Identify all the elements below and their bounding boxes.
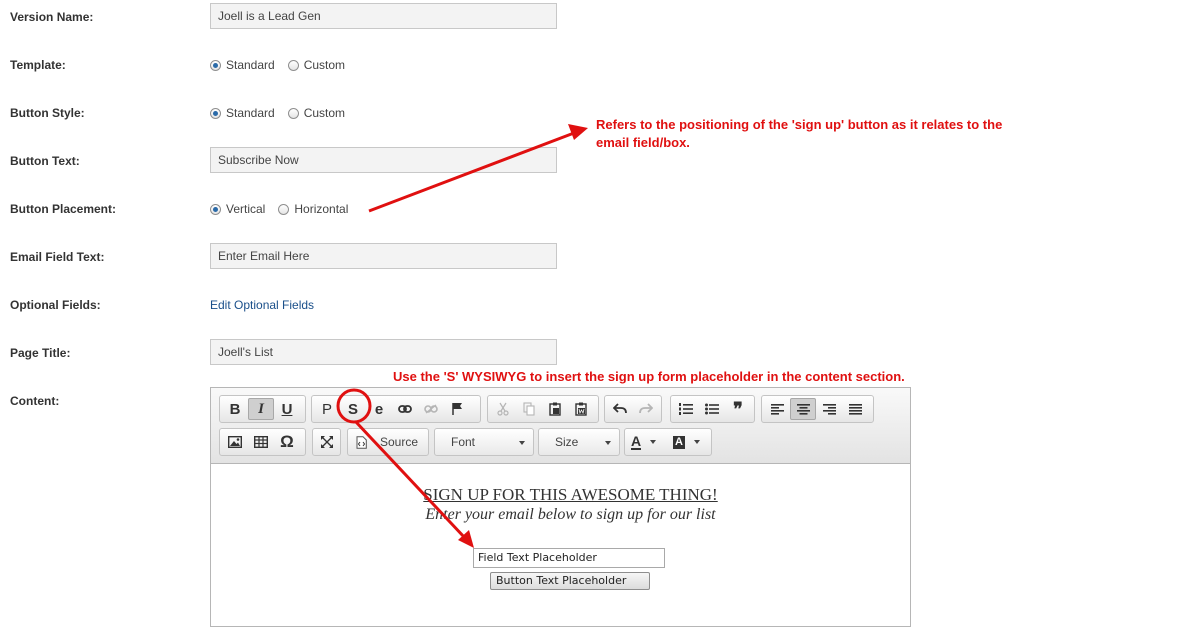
wysiwyg-annotation: Use the 'S' WYSIWYG to insert the sign u… (393, 369, 905, 384)
paragraph-icon[interactable]: P (314, 398, 340, 420)
lists-group: ❞ (670, 395, 755, 423)
underline-icon[interactable]: U (274, 398, 300, 420)
field-text-placeholder[interactable]: Field Text Placeholder (473, 548, 665, 568)
button-placement-vertical-label[interactable]: Vertical (226, 202, 265, 216)
placement-annotation: Refers to the positioning of the 'sign u… (596, 116, 1002, 152)
button-style-standard-label[interactable]: Standard (226, 106, 275, 120)
table-icon[interactable] (248, 431, 274, 453)
chevron-down-icon (605, 441, 611, 445)
text-color-button[interactable]: A (627, 431, 667, 453)
align-right-icon[interactable] (816, 398, 842, 420)
bg-color-icon: A (673, 435, 685, 449)
template-standard-label[interactable]: Standard (226, 58, 275, 72)
template-standard-radio[interactable] (210, 59, 221, 71)
align-left-icon[interactable] (764, 398, 790, 420)
page-title-label: Page Title: (10, 346, 71, 360)
signup-form-icon[interactable]: S (340, 398, 366, 420)
maximize-group (312, 428, 341, 456)
chevron-down-icon (650, 440, 657, 444)
redo-icon[interactable] (633, 398, 659, 420)
insert-group: P S e (311, 395, 481, 423)
bold-icon[interactable]: B (222, 398, 248, 420)
button-placement-horizontal-label[interactable]: Horizontal (294, 202, 348, 216)
font-dropdown[interactable]: Font (434, 428, 534, 456)
source-button[interactable]: Source (347, 428, 429, 456)
template-label: Template: (10, 58, 66, 72)
email-field-text-input[interactable]: Enter Email Here (210, 243, 557, 269)
numbered-list-icon[interactable] (673, 398, 699, 420)
basic-styles-group: B I U (219, 395, 306, 423)
button-placement-vertical-radio[interactable] (210, 203, 221, 215)
colors-group: A A (624, 428, 712, 456)
text-color-icon: A (631, 433, 642, 450)
button-style-custom-radio[interactable] (287, 107, 299, 119)
paste-word-icon[interactable] (568, 398, 594, 420)
page-title-input[interactable]: Joell's List (210, 339, 557, 365)
content-label: Content: (10, 394, 60, 408)
special-char-icon[interactable]: Ω (274, 431, 300, 453)
content-heading: SIGN UP FOR THIS AWESOME THING! (423, 485, 718, 504)
button-style-standard-radio[interactable] (210, 107, 221, 119)
email-field-text-label: Email Field Text: (10, 250, 105, 264)
template-custom-label[interactable]: Custom (304, 58, 345, 72)
paste-icon[interactable] (542, 398, 568, 420)
button-style-custom-label[interactable]: Custom (304, 106, 345, 120)
button-text-label: Button Text: (10, 154, 80, 168)
clipboard-group (487, 395, 599, 423)
button-style-radio-group: Standard Custom (210, 106, 358, 120)
chevron-down-icon (693, 440, 700, 444)
optional-fields-label: Optional Fields: (10, 298, 101, 312)
insert-media-group: Ω (219, 428, 306, 456)
version-name-input[interactable]: Joell is a Lead Gen (210, 3, 557, 29)
unlink-icon[interactable] (418, 398, 444, 420)
blockquote-icon[interactable]: ❞ (725, 398, 751, 420)
size-dropdown-label: Size (555, 435, 579, 449)
placement-annotation-line2: email field/box. (596, 135, 690, 150)
size-dropdown[interactable]: Size (538, 428, 620, 456)
history-group (604, 395, 662, 423)
button-placement-radio-group: Vertical Horizontal (210, 202, 361, 216)
button-placement-horizontal-radio[interactable] (278, 203, 290, 215)
e-icon[interactable]: e (366, 398, 392, 420)
italic-icon[interactable]: I (248, 398, 274, 420)
align-justify-icon[interactable] (842, 398, 868, 420)
placement-arrow-head (568, 124, 588, 140)
template-radio-group: Standard Custom (210, 58, 358, 72)
source-label: Source (380, 435, 419, 449)
content-subheading: Enter your email below to sign up for ou… (425, 506, 716, 523)
button-text-placeholder[interactable]: Button Text Placeholder (490, 572, 650, 590)
button-text-input[interactable]: Subscribe Now (210, 147, 557, 173)
cut-icon[interactable] (490, 398, 516, 420)
button-style-label: Button Style: (10, 106, 85, 120)
placement-annotation-line1: Refers to the positioning of the 'sign u… (596, 117, 1003, 132)
image-icon[interactable] (222, 431, 248, 453)
bg-color-button[interactable]: A (667, 431, 707, 453)
undo-icon[interactable] (607, 398, 633, 420)
edit-optional-fields-link[interactable]: Edit Optional Fields (210, 298, 314, 312)
editor-toolbar: B I U P S e ❞ Ω Source Font Size A A (211, 388, 910, 464)
copy-icon[interactable] (516, 398, 542, 420)
font-dropdown-label: Font (451, 435, 476, 449)
align-group (761, 395, 874, 423)
version-name-label: Version Name: (10, 10, 94, 24)
button-placement-label: Button Placement: (10, 202, 117, 216)
anchor-flag-icon[interactable] (444, 398, 470, 420)
bullet-list-icon[interactable] (699, 398, 725, 420)
link-icon[interactable] (392, 398, 418, 420)
chevron-down-icon (519, 441, 525, 445)
content-editor: B I U P S e ❞ Ω Source Font Size A A SIG… (210, 387, 911, 627)
source-icon (350, 431, 372, 453)
align-center-icon[interactable] (790, 398, 816, 420)
editor-content-area[interactable]: SIGN UP FOR THIS AWESOME THING! Enter yo… (211, 464, 910, 624)
maximize-icon[interactable] (315, 431, 338, 453)
template-custom-radio[interactable] (287, 59, 299, 71)
